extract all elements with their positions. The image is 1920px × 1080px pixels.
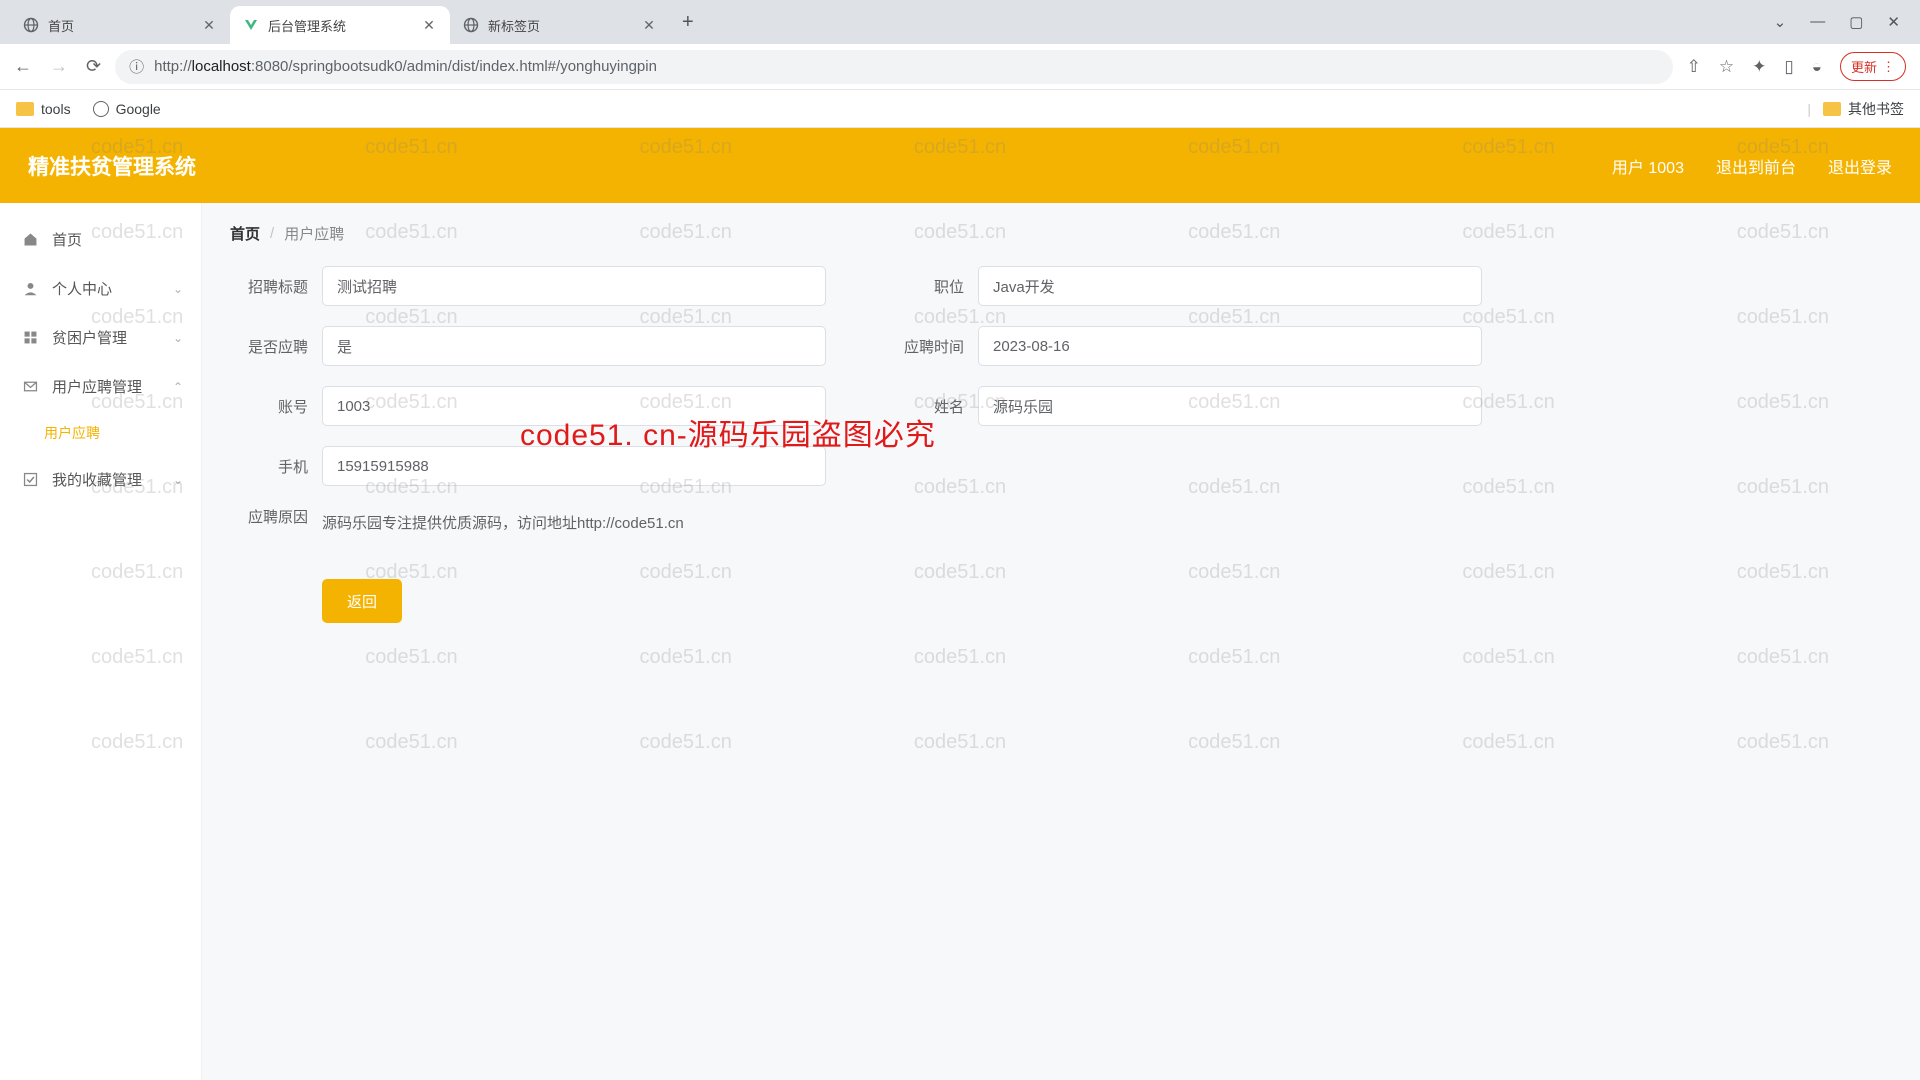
panel-icon[interactable]: ▯ (1784, 57, 1793, 77)
close-icon[interactable]: ✕ (420, 17, 438, 34)
bookmark-other[interactable]: 其他书签 (1823, 99, 1904, 119)
input-name[interactable]: 源码乐园 (978, 386, 1482, 426)
bookmarks-bar: tools Google | 其他书签 (0, 90, 1920, 128)
label-recruit-title: 招聘标题 (230, 276, 308, 297)
star-icon[interactable]: ☆ (1719, 57, 1734, 77)
forward-icon[interactable]: → (50, 56, 68, 77)
header-back-front[interactable]: 退出到前台 (1716, 154, 1796, 178)
input-apply-time[interactable]: 2023-08-16 (978, 326, 1482, 366)
tab-bar: 首页 ✕ 后台管理系统 ✕ 新标签页 ✕ + ⌄ — ▢ ✕ (0, 0, 1920, 44)
home-icon (22, 231, 42, 248)
chevron-down-icon: ⌄ (173, 473, 183, 487)
label-account: 账号 (230, 396, 308, 417)
app-header: 精准扶贫管理系统 用户 1003 退出到前台 退出登录 (0, 128, 1920, 203)
input-account[interactable]: 1003 (322, 386, 826, 426)
breadcrumb-sep: / (270, 225, 274, 242)
tab-title: 新标签页 (488, 16, 632, 35)
chevron-down-icon: ⌄ (173, 331, 183, 345)
vue-icon (242, 16, 260, 34)
bookmark-google[interactable]: Google (93, 101, 161, 117)
input-is-apply[interactable]: 是 (322, 326, 826, 366)
mail-icon (22, 378, 42, 395)
browser-toolbar: ← → ⟳ ⓘ http://localhost:8080/springboot… (0, 44, 1920, 90)
globe-icon (462, 16, 480, 34)
profile-icon[interactable]: ◒ (1812, 57, 1822, 77)
new-tab-button[interactable]: + (670, 11, 706, 34)
sidebar-item-label: 贫困户管理 (52, 327, 127, 348)
sidebar-item-label: 首页 (52, 229, 82, 250)
sidebar-item-label: 用户应聘管理 (52, 376, 142, 397)
detail-form: 招聘标题 测试招聘 职位 Java开发 是否应聘 是 应聘时间 (230, 266, 1892, 623)
input-position[interactable]: Java开发 (978, 266, 1482, 306)
sidebar-item-apply-mgmt[interactable]: 用户应聘管理 ⌃ (0, 362, 201, 411)
breadcrumb-current: 用户应聘 (284, 223, 344, 244)
tab-admin[interactable]: 后台管理系统 ✕ (230, 6, 450, 44)
header-user[interactable]: 用户 1003 (1612, 154, 1684, 178)
back-icon[interactable]: ← (14, 56, 32, 77)
close-icon[interactable]: ✕ (200, 17, 218, 34)
reload-icon[interactable]: ⟳ (86, 56, 101, 77)
tab-newtab[interactable]: 新标签页 ✕ (450, 6, 670, 44)
breadcrumb: 首页 / 用户应聘 (230, 223, 1892, 244)
label-phone: 手机 (230, 456, 308, 477)
share-icon[interactable]: ⇧ (1687, 57, 1701, 77)
check-icon (22, 471, 42, 488)
tab-title: 首页 (48, 16, 192, 35)
browser-chrome: 首页 ✕ 后台管理系统 ✕ 新标签页 ✕ + ⌄ — ▢ ✕ ← → ⟳ ⓘ h… (0, 0, 1920, 128)
update-button[interactable]: 更新⋮ (1840, 52, 1906, 81)
label-is-apply: 是否应聘 (230, 336, 308, 357)
minimize-icon[interactable]: — (1810, 13, 1825, 31)
maximize-icon[interactable]: ▢ (1849, 13, 1863, 31)
extensions-icon[interactable]: ✦ (1752, 57, 1766, 77)
input-phone[interactable]: 15915915988 (322, 446, 826, 486)
main-content: 首页 / 用户应聘 招聘标题 测试招聘 职位 Java开发 (202, 203, 1920, 1080)
globe-icon (22, 16, 40, 34)
info-icon[interactable]: ⓘ (129, 56, 144, 77)
app: 精准扶贫管理系统 用户 1003 退出到前台 退出登录 首页 个人中心 ⌄ 贫困… (0, 128, 1920, 1080)
text-reason: 源码乐园专注提供优质源码，访问地址http://code51.cn (322, 506, 684, 533)
globe-icon (93, 101, 109, 117)
url-text: http://localhost:8080/springbootsudk0/ad… (154, 58, 657, 75)
chevron-down-icon: ⌄ (173, 282, 183, 296)
sidebar-item-label: 个人中心 (52, 278, 112, 299)
input-recruit-title[interactable]: 测试招聘 (322, 266, 826, 306)
folder-icon (1823, 102, 1841, 116)
sidebar-item-poverty[interactable]: 贫困户管理 ⌄ (0, 313, 201, 362)
header-logout[interactable]: 退出登录 (1828, 154, 1892, 178)
chevron-down-icon[interactable]: ⌄ (1774, 13, 1787, 31)
tab-title: 后台管理系统 (268, 16, 412, 35)
sidebar-subitem-apply[interactable]: 用户应聘 (0, 411, 201, 455)
app-title: 精准扶贫管理系统 (28, 151, 196, 181)
grid-icon (22, 329, 42, 346)
url-bar[interactable]: ⓘ http://localhost:8080/springbootsudk0/… (115, 50, 1673, 84)
close-icon[interactable]: ✕ (1887, 13, 1900, 31)
label-name: 姓名 (886, 396, 964, 417)
sidebar-item-personal[interactable]: 个人中心 ⌄ (0, 264, 201, 313)
window-controls: ⌄ — ▢ ✕ (1754, 13, 1920, 31)
folder-icon (16, 102, 34, 116)
back-button[interactable]: 返回 (322, 579, 402, 623)
sidebar-item-label: 我的收藏管理 (52, 469, 142, 490)
close-icon[interactable]: ✕ (640, 17, 658, 34)
label-apply-time: 应聘时间 (886, 336, 964, 357)
sidebar: 首页 个人中心 ⌄ 贫困户管理 ⌄ 用户应聘管理 ⌃ 用户应聘 我的收藏管理 (0, 203, 202, 1080)
label-reason: 应聘原因 (230, 506, 308, 527)
breadcrumb-home[interactable]: 首页 (230, 223, 260, 244)
chevron-up-icon: ⌃ (173, 380, 183, 394)
sidebar-item-home[interactable]: 首页 (0, 215, 201, 264)
label-position: 职位 (886, 276, 964, 297)
user-icon (22, 280, 42, 297)
sidebar-item-favorites[interactable]: 我的收藏管理 ⌄ (0, 455, 201, 504)
bookmark-tools[interactable]: tools (16, 101, 71, 117)
tab-home[interactable]: 首页 ✕ (10, 6, 230, 44)
